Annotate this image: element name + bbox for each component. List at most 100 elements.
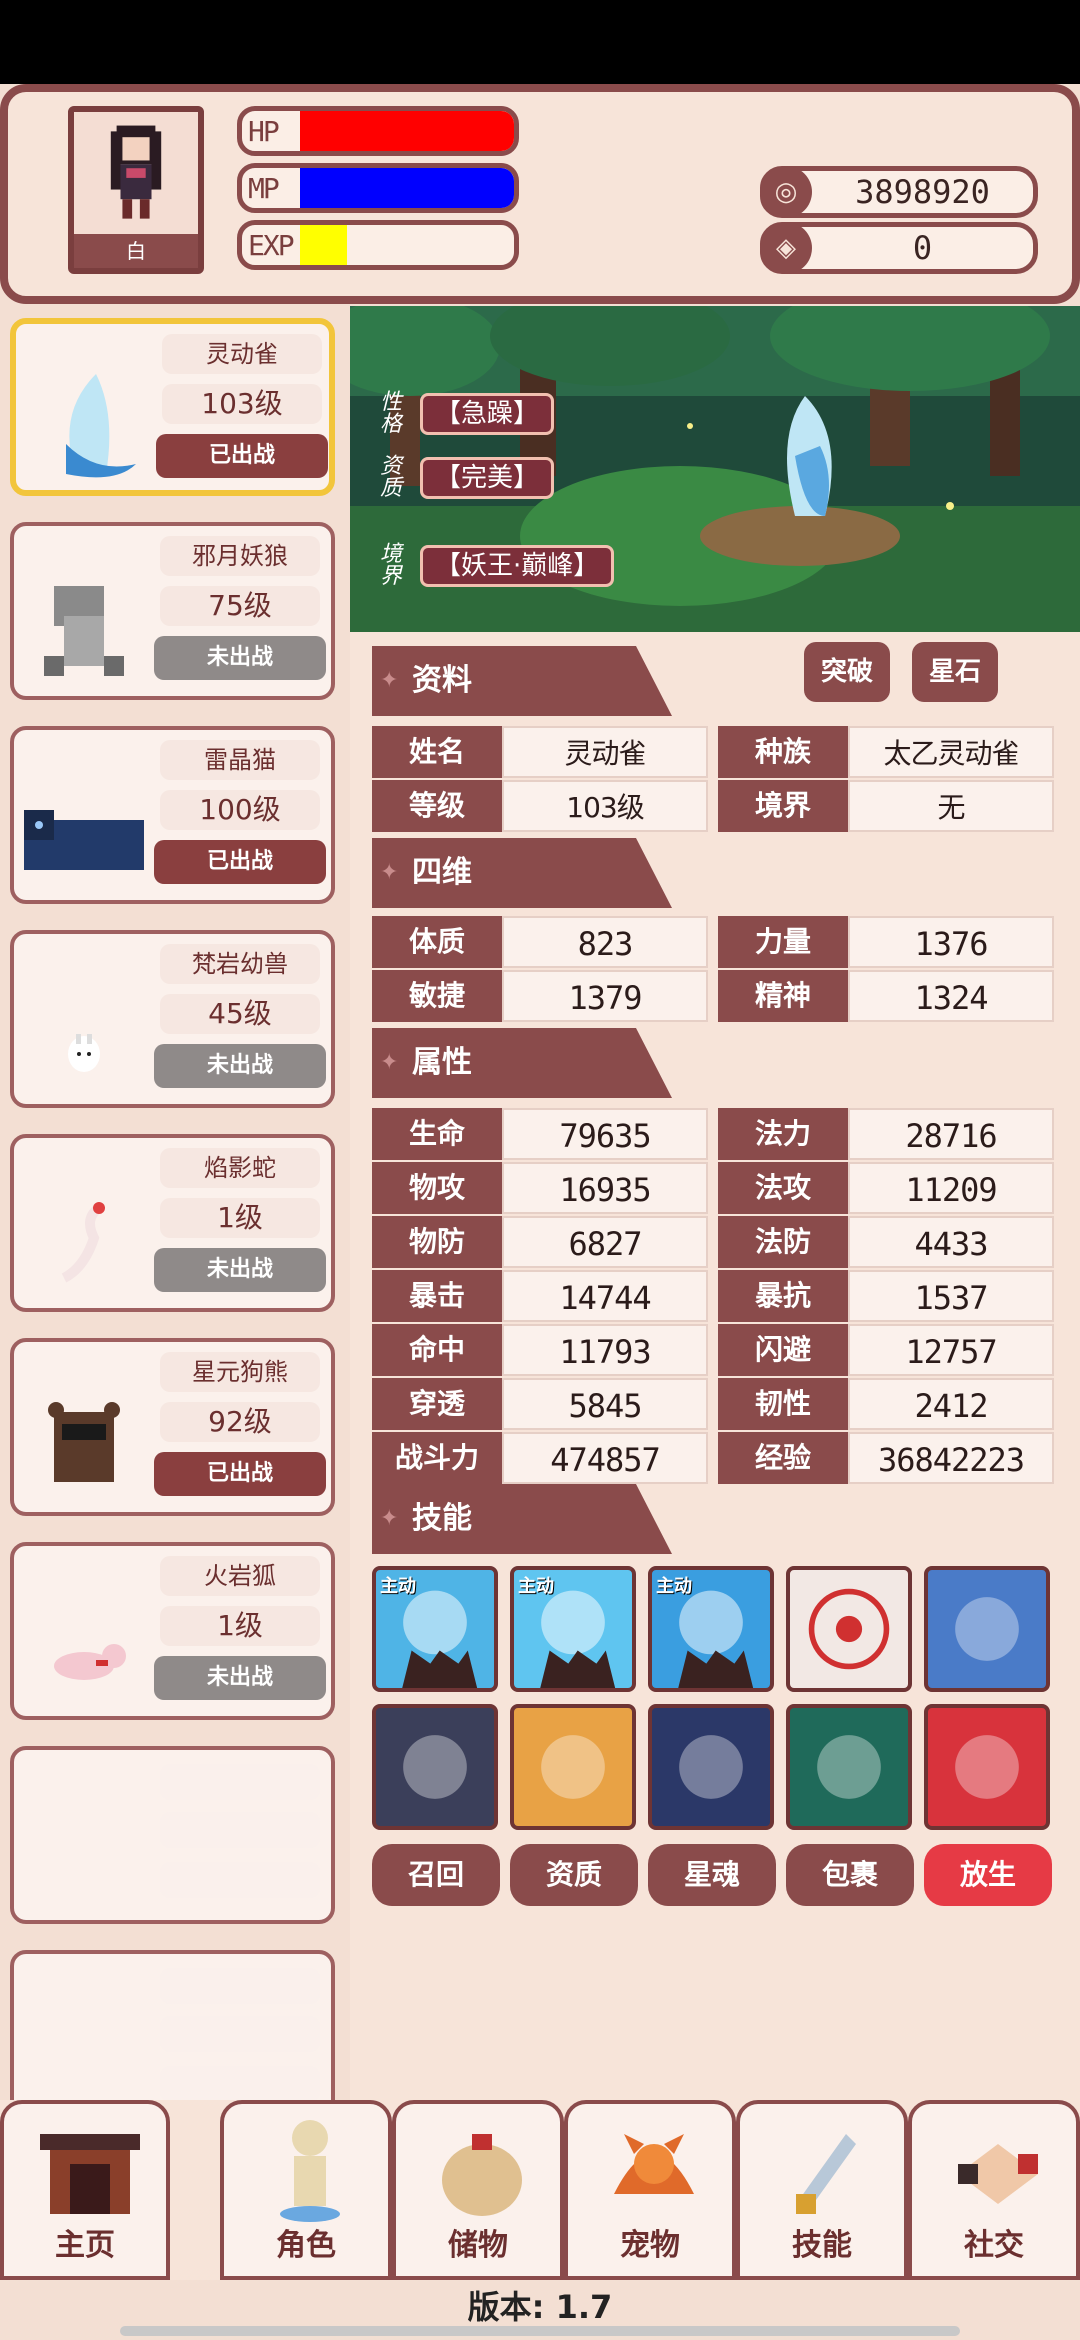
- pet-level: 1级: [160, 1606, 320, 1646]
- stat-row: 经验 36842223: [718, 1432, 1054, 1484]
- star-soul-button[interactable]: 星魂: [648, 1844, 776, 1906]
- pet-deploy-button[interactable]: 未出战: [154, 1044, 326, 1088]
- nav-item-fox[interactable]: 宠物: [564, 2100, 736, 2280]
- stat-value: 无: [848, 780, 1054, 832]
- coin-counter[interactable]: ◎ 3898920: [760, 166, 1038, 218]
- pet-deploy-button[interactable]: 未出战: [154, 1656, 326, 1700]
- pet-list[interactable]: 灵动雀 103级 已出战 邪月妖狼 75级 未出战 雷晶猫 100级 已出战 梵岩幼兽 45级 未出战…: [0, 318, 345, 2128]
- stat-label: 体质: [372, 916, 502, 968]
- release-button[interactable]: 放生: [924, 1844, 1052, 1906]
- aptitude-button[interactable]: 资质: [510, 1844, 638, 1906]
- pet-level: 45级: [160, 994, 320, 1034]
- stat-row: 姓名 灵动雀: [372, 726, 708, 778]
- trait-realm: 境界 【妖王·巅峰】: [380, 544, 615, 588]
- stat-label: 韧性: [718, 1378, 848, 1430]
- player-sprite: [110, 125, 162, 219]
- pet-card[interactable]: 梵岩幼兽 45级 未出战: [10, 930, 335, 1108]
- stat-label: 物防: [372, 1216, 502, 1268]
- lightning-skill-icon[interactable]: [372, 1704, 498, 1830]
- pet-deploy-button[interactable]: 已出战: [154, 840, 326, 884]
- coin-value: 3898920: [855, 173, 990, 211]
- starstone-button[interactable]: 星石: [912, 642, 998, 702]
- ice-burst-skill-icon[interactable]: 主动: [372, 1566, 498, 1692]
- recall-button[interactable]: 召回: [372, 1844, 500, 1906]
- stat-row: 境界无: [718, 780, 1054, 832]
- stat-value: 103级: [502, 780, 708, 832]
- handshake-icon: [958, 2144, 1038, 2204]
- pet-name: 火岩狐: [160, 1556, 320, 1596]
- status-bar: [0, 0, 1080, 84]
- spirit-skill-icon[interactable]: [786, 1704, 912, 1830]
- stat-label: 法防: [718, 1216, 848, 1268]
- pet-card[interactable]: 邪月妖狼 75级 未出战: [10, 522, 335, 700]
- stat-row: 命中 11793: [372, 1324, 708, 1376]
- pet-card[interactable]: 星元狗熊 92级 已出战: [10, 1338, 335, 1516]
- nav-label: 技能: [792, 2228, 852, 2263]
- pet-sprite: [66, 374, 136, 478]
- pet-sprite: [48, 1402, 120, 1482]
- muscle-skill-icon[interactable]: [510, 1704, 636, 1830]
- pet-scene: 性格 【急躁】 资质 【完美】 境界 【妖王·巅峰】: [350, 306, 1080, 632]
- target-skill-icon[interactable]: [786, 1566, 912, 1692]
- section-info-header: 资料: [372, 646, 672, 716]
- breakthrough-button[interactable]: 突破: [804, 642, 890, 702]
- section-skills-header: 技能: [372, 1484, 672, 1554]
- nav-item-character[interactable]: 角色: [220, 2100, 392, 2280]
- skill-art: [955, 1735, 1019, 1799]
- pet-card[interactable]: 灵动雀 103级 已出战: [10, 318, 335, 496]
- stat-label: 命中: [372, 1324, 502, 1376]
- fist-skill-icon[interactable]: [924, 1704, 1050, 1830]
- stat-label: 暴抗: [718, 1270, 848, 1322]
- stat-value: 12757: [848, 1324, 1054, 1376]
- pet-level: 100级: [160, 790, 320, 830]
- stat-row: 暴击 14744: [372, 1270, 708, 1322]
- mp-bar: MP: [237, 163, 519, 213]
- ice-pillar-skill-icon[interactable]: 主动: [648, 1566, 774, 1692]
- exp-fill: [300, 225, 348, 265]
- stat-label: 生命: [372, 1108, 502, 1160]
- stat-row: 力量 1376: [718, 916, 1054, 968]
- nav-item-sword[interactable]: 技能: [736, 2100, 908, 2280]
- nav-label: 角色: [276, 2228, 336, 2263]
- gem-counter[interactable]: ◈ 0: [760, 222, 1038, 274]
- pet-name: 雷晶猫: [160, 740, 320, 780]
- pet-sprite: [24, 810, 144, 870]
- pet-level: 75级: [160, 586, 320, 626]
- empty-pet-slot[interactable]: [10, 1746, 335, 1924]
- bag-button[interactable]: 包裹: [786, 1844, 914, 1906]
- nav-item-gate[interactable]: 主页: [0, 2100, 170, 2280]
- pet-card[interactable]: 焰影蛇 1级 未出战: [10, 1134, 335, 1312]
- stat-row: 法防 4433: [718, 1216, 1054, 1268]
- trait-aptitude: 资质 【完美】: [380, 456, 555, 500]
- stat-value: 6827: [502, 1216, 708, 1268]
- ghost-dash-skill-icon[interactable]: [924, 1566, 1050, 1692]
- skill-art: [679, 1735, 743, 1799]
- stat-row: 闪避 12757: [718, 1324, 1054, 1376]
- pet-deploy-button[interactable]: 未出战: [154, 1248, 326, 1292]
- pet-sprite: [54, 1644, 126, 1680]
- skill-art: [955, 1597, 1019, 1661]
- skill-art: [808, 1588, 890, 1670]
- pet-deploy-button[interactable]: 未出战: [154, 636, 326, 680]
- stat-label: 力量: [718, 916, 848, 968]
- nav-item-bag[interactable]: 储物: [392, 2100, 564, 2280]
- pet-card[interactable]: 火岩狐 1级未出战: [10, 1542, 335, 1720]
- pet-deploy-button[interactable]: 已出战: [156, 434, 328, 478]
- mp-label: MP: [248, 171, 280, 205]
- pet-name: 星元狗熊: [160, 1352, 320, 1392]
- frost-claw-skill-icon[interactable]: 主动: [510, 1566, 636, 1692]
- brain-skill-icon[interactable]: [648, 1704, 774, 1830]
- stat-label: 经验: [718, 1432, 848, 1484]
- stat-label: 法攻: [718, 1162, 848, 1214]
- home-indicator: [120, 2326, 960, 2336]
- character-icon: [280, 2120, 340, 2222]
- stat-value: 5845: [502, 1378, 708, 1430]
- skill-art: [541, 1735, 605, 1799]
- stat-value: 823: [502, 916, 708, 968]
- trait-value: 【急躁】: [420, 393, 555, 435]
- player-avatar[interactable]: 白: [68, 106, 204, 274]
- nav-item-handshake[interactable]: 社交: [908, 2100, 1080, 2280]
- pet-card[interactable]: 雷晶猫 100级已出战: [10, 726, 335, 904]
- trait-value: 【完美】: [420, 457, 555, 499]
- pet-deploy-button[interactable]: 已出战: [154, 1452, 326, 1496]
